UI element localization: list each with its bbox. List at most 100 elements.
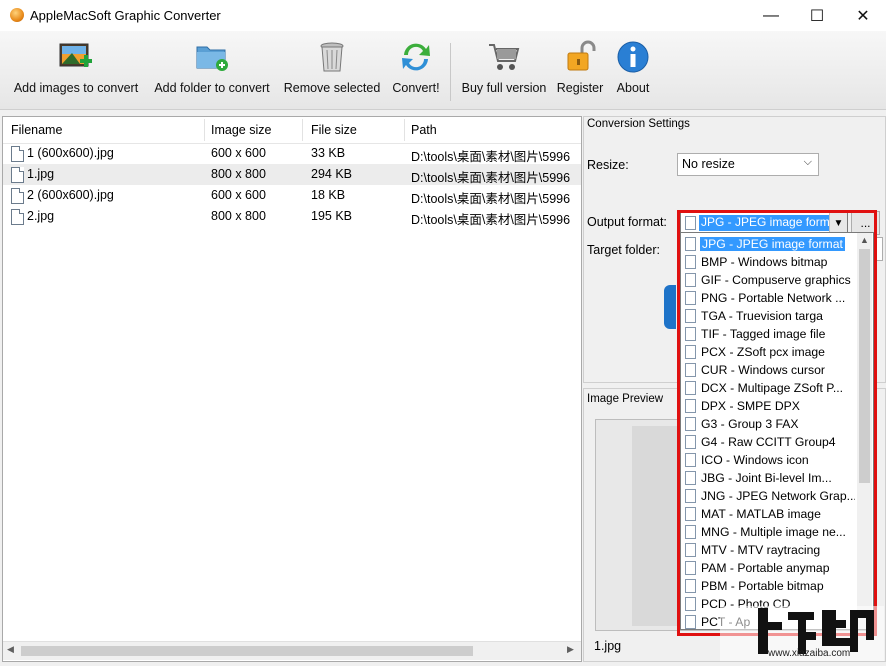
cell-filename: 2 (600x600).jpg	[27, 188, 114, 202]
file-list[interactable]: Filename Image size File size Path 1 (60…	[2, 116, 582, 662]
dropdown-option-label: GIF - Compuserve graphics	[701, 273, 851, 287]
format-dropdown-list[interactable]: JPG - JPEG image format BMP - Windows bit…	[680, 232, 874, 630]
dropdown-option-label: JNG - JPEG Network Grap...	[701, 489, 855, 503]
dropdown-option[interactable]: DCX - Multipage ZSoft P...	[681, 379, 857, 397]
list-header: Filename Image size File size Path	[3, 117, 581, 144]
maximize-button[interactable]: ☐	[794, 0, 840, 31]
file-icon	[11, 188, 24, 204]
dropdown-option-label: MNG - Multiple image ne...	[701, 525, 846, 539]
file-icon	[685, 273, 696, 287]
target-folder-field[interactable]	[873, 237, 883, 261]
column-separator[interactable]	[404, 119, 405, 141]
buy-full-version-button[interactable]: Buy full version	[460, 39, 548, 103]
preview-title: Image Preview	[587, 393, 664, 405]
dropdown-option[interactable]: MTV - MTV raytracing	[681, 541, 857, 559]
column-filename[interactable]: Filename	[11, 123, 62, 137]
minimize-button[interactable]: —	[748, 0, 794, 31]
table-row[interactable]: 1 (600x600).jpg 600 x 600 33 KB D:\tools…	[3, 143, 581, 164]
dropdown-option[interactable]: BMP - Windows bitmap	[681, 253, 857, 271]
convert-label: Convert!	[392, 81, 440, 95]
add-image-icon	[58, 39, 94, 75]
dropdown-option-label: ICO - Windows icon	[701, 453, 809, 467]
file-icon	[685, 363, 696, 377]
column-path[interactable]: Path	[411, 123, 437, 137]
file-icon	[685, 309, 696, 323]
output-format-select[interactable]: JPG - JPEG image format ▼	[680, 212, 848, 234]
output-format-value: JPG - JPEG image format	[701, 215, 829, 229]
file-icon	[685, 216, 696, 230]
remove-selected-button[interactable]: Remove selected	[284, 39, 380, 103]
table-row[interactable]: 1.jpg 800 x 800 294 KB D:\tools\桌面\素材\图片…	[3, 164, 581, 185]
close-button[interactable]: ✕	[840, 0, 886, 31]
start-convert-button[interactable]	[664, 285, 676, 329]
dropdown-option[interactable]: G4 - Raw CCITT Group4	[681, 433, 857, 451]
dropdown-option-label: JBG - Joint Bi-level Im...	[701, 471, 832, 485]
dropdown-option[interactable]: TIF - Tagged image file	[681, 325, 857, 343]
column-separator[interactable]	[302, 119, 303, 141]
table-row[interactable]: 2.jpg 800 x 800 195 KB D:\tools\桌面\素材\图片…	[3, 206, 581, 227]
dropdown-option-label: PAM - Portable anymap	[701, 561, 830, 575]
dropdown-option[interactable]: G3 - Group 3 FAX	[681, 415, 857, 433]
dropdown-option[interactable]: JBG - Joint Bi-level Im...	[681, 469, 857, 487]
file-icon	[685, 327, 696, 341]
toolbar-separator	[450, 43, 451, 101]
scroll-up-arrow-icon[interactable]: ▲	[860, 235, 869, 245]
dropdown-option[interactable]: PAM - Portable anymap	[681, 559, 857, 577]
column-file-size[interactable]: File size	[311, 123, 357, 137]
add-images-button[interactable]: Add images to convert	[12, 39, 140, 103]
column-image-size[interactable]: Image size	[211, 123, 271, 137]
cell-filename: 1.jpg	[27, 167, 55, 181]
cell-path: D:\tools\桌面\素材\图片\5996	[411, 213, 571, 227]
scroll-right-arrow-icon[interactable]: ▶	[567, 644, 574, 655]
scroll-left-arrow-icon[interactable]: ◀	[7, 644, 14, 655]
about-button[interactable]: About	[612, 39, 654, 103]
app-logo-icon	[10, 8, 24, 22]
dropdown-option-label: BMP - Windows bitmap	[701, 255, 828, 269]
dropdown-option[interactable]: MAT - MATLAB image	[681, 505, 857, 523]
file-icon	[685, 561, 696, 575]
scrollbar-thumb[interactable]	[859, 249, 870, 483]
file-icon	[685, 453, 696, 467]
trash-icon	[314, 39, 350, 75]
dropdown-option[interactable]: JNG - JPEG Network Grap...	[681, 487, 857, 505]
register-label: Register	[556, 81, 604, 95]
scrollbar-thumb[interactable]	[21, 646, 473, 656]
file-icon	[685, 543, 696, 557]
dropdown-option[interactable]: GIF - Compuserve graphics	[681, 271, 857, 289]
dropdown-option[interactable]: JPG - JPEG image format	[681, 235, 857, 253]
file-icon	[685, 597, 696, 611]
convert-arrows-icon	[398, 39, 434, 75]
table-row[interactable]: 2 (600x600).jpg 600 x 600 18 KB D:\tools…	[3, 185, 581, 206]
dropdown-option-label: PBM - Portable bitmap	[701, 579, 824, 593]
dropdown-arrow-button[interactable]: ▼	[829, 213, 847, 233]
dropdown-option[interactable]: MNG - Multiple image ne...	[681, 523, 857, 541]
add-folder-button[interactable]: Add folder to convert	[150, 39, 274, 103]
register-button[interactable]: Register	[554, 39, 606, 103]
dropdown-option-label: CUR - Windows cursor	[701, 363, 825, 377]
watermark: www.xiazaiba.com	[718, 604, 886, 663]
dropdown-option[interactable]: PCX - ZSoft pcx image	[681, 343, 857, 361]
cell-image-size: 800 x 800	[211, 209, 266, 223]
horizontal-scrollbar[interactable]: ◀ ▶	[3, 641, 581, 660]
dropdown-option[interactable]: TGA - Truevision targa	[681, 307, 857, 325]
dropdown-option[interactable]: PNG - Portable Network ...	[681, 289, 857, 307]
file-icon	[685, 255, 696, 269]
dropdown-option-label: TGA - Truevision targa	[701, 309, 823, 323]
dropdown-option-label: MAT - MATLAB image	[701, 507, 821, 521]
buy-full-version-label: Buy full version	[461, 81, 547, 95]
file-icon	[685, 471, 696, 485]
output-format-label: Output format:	[587, 215, 667, 229]
file-icon	[685, 291, 696, 305]
dropdown-option[interactable]: PBM - Portable bitmap	[681, 577, 857, 595]
column-separator[interactable]	[204, 119, 205, 141]
convert-button[interactable]: Convert!	[390, 39, 442, 103]
dropdown-option[interactable]: DPX - SMPE DPX	[681, 397, 857, 415]
dropdown-option[interactable]: CUR - Windows cursor	[681, 361, 857, 379]
resize-select[interactable]: No resize ⌵	[677, 153, 819, 176]
target-folder-label: Target folder:	[587, 243, 660, 257]
chevron-down-icon: ⌵	[803, 156, 812, 168]
cell-file-size: 195 KB	[311, 209, 353, 223]
dropdown-option[interactable]: ICO - Windows icon	[681, 451, 857, 469]
dropdown-option-label: DPX - SMPE DPX	[701, 399, 800, 413]
dropdown-scrollbar[interactable]: ▲	[857, 233, 872, 629]
